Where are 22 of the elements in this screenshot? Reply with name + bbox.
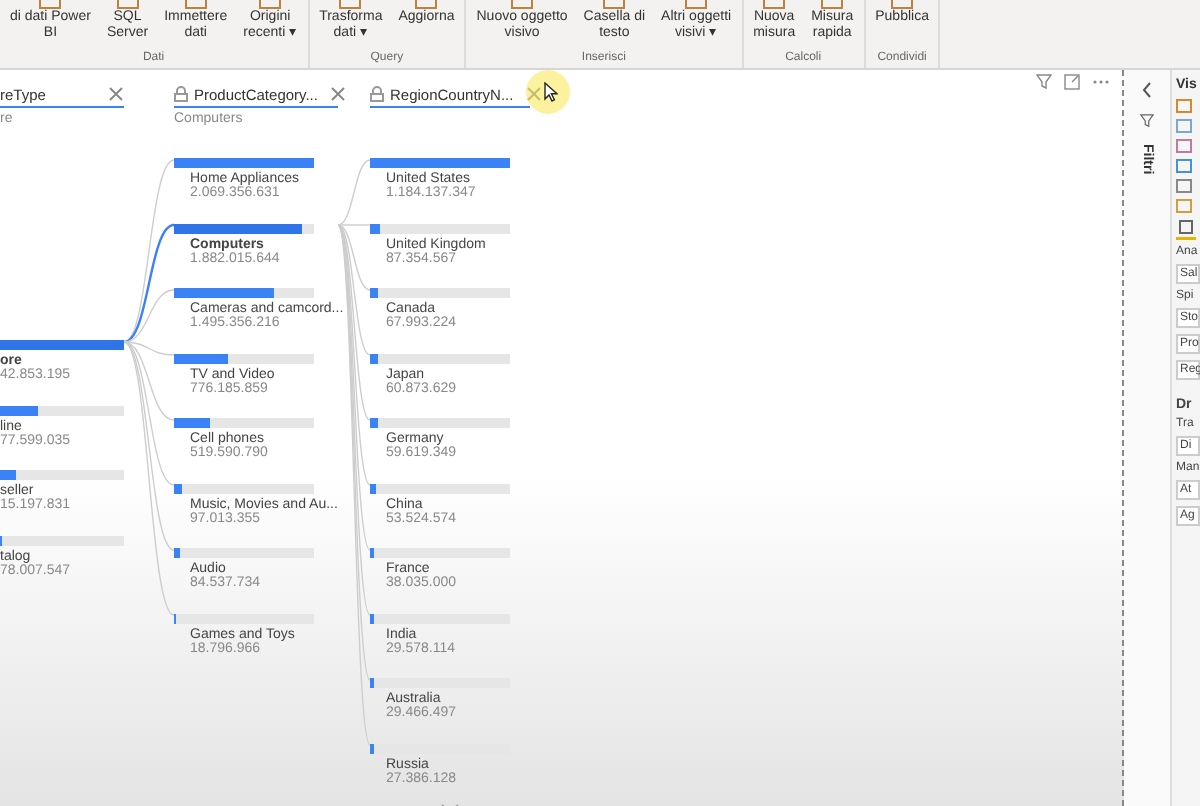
fields-tab-icon[interactable] xyxy=(1176,220,1196,240)
visual-types-icon[interactable] xyxy=(1176,98,1192,214)
tool-icon xyxy=(338,0,363,10)
collapse-icon[interactable] xyxy=(1142,82,1152,98)
tool-icon xyxy=(602,0,627,10)
tool-icon xyxy=(820,0,845,10)
tool-icon xyxy=(38,0,63,10)
close-button[interactable] xyxy=(525,86,542,102)
tool-icon xyxy=(684,0,709,10)
filter-icon xyxy=(1140,114,1154,128)
tool-icon xyxy=(115,0,140,10)
close-button[interactable] xyxy=(329,86,346,102)
tool-icon xyxy=(890,0,915,10)
tool-icon xyxy=(183,0,208,10)
focus-mode-icon[interactable] xyxy=(1064,74,1080,90)
filter-icon[interactable] xyxy=(1036,74,1052,90)
tool-icon xyxy=(510,0,535,10)
tool-icon xyxy=(762,0,787,10)
tool-icon xyxy=(258,0,283,10)
close-button[interactable] xyxy=(108,86,124,102)
cursor-icon xyxy=(544,82,558,102)
tool-icon xyxy=(414,0,439,10)
